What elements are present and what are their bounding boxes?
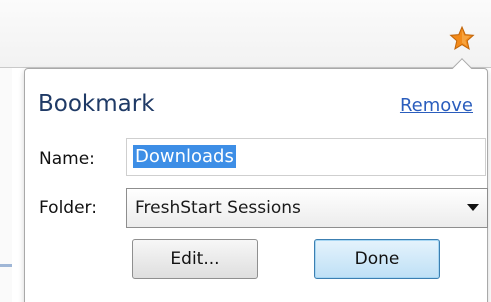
folder-select[interactable]: FreshStart Sessions <box>126 188 488 228</box>
edit-button[interactable]: Edit... <box>132 239 258 279</box>
page-edge-bar <box>0 264 12 267</box>
star-icon <box>449 25 475 50</box>
name-label: Name: <box>39 149 95 169</box>
done-button[interactable]: Done <box>314 239 440 279</box>
browser-toolbar <box>0 0 491 68</box>
bubble-title: Bookmark <box>38 91 155 117</box>
name-field-value: Downloads <box>133 145 236 168</box>
folder-select-value: FreshStart Sessions <box>135 198 301 218</box>
bookmark-bubble: Bookmark Remove Name: Downloads Folder: … <box>24 58 488 302</box>
folder-label: Folder: <box>39 198 97 218</box>
remove-link[interactable]: Remove <box>400 95 473 116</box>
page-left-edge <box>0 68 12 302</box>
chevron-down-icon <box>467 204 479 211</box>
bookmark-star-button[interactable] <box>446 22 478 54</box>
name-field[interactable]: Downloads <box>126 138 486 176</box>
